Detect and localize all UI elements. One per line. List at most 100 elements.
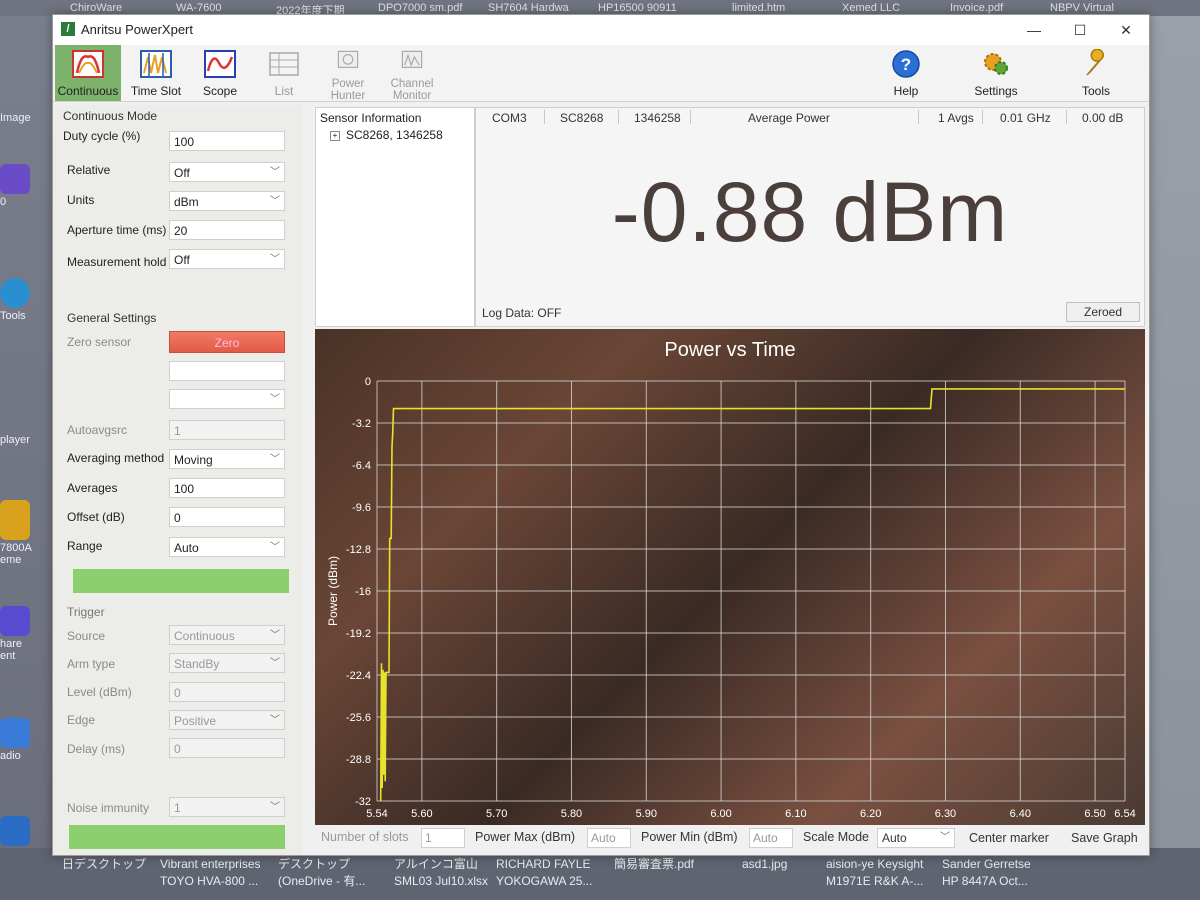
settings-label: Settings xyxy=(974,84,1018,98)
level-label: Level (dBm) xyxy=(67,685,132,699)
desktop-icon-label: Image xyxy=(0,112,31,124)
general-settings-title: General Settings xyxy=(67,311,157,325)
autoavgsrc-input[interactable]: 1 xyxy=(169,420,285,440)
offset-input[interactable]: 0 xyxy=(169,507,285,527)
power-min-input[interactable]: Auto xyxy=(749,828,793,848)
desktop-file[interactable]: asd1.jpg xyxy=(742,856,787,873)
desktop-file-label[interactable]: Invoice.pdf xyxy=(950,2,1003,14)
desktop-icon-label: eme xyxy=(0,554,22,566)
chevron-down-icon: ﹀ xyxy=(270,394,280,405)
trigger-status-bar xyxy=(69,825,285,849)
settings-button[interactable]: Settings xyxy=(963,45,1029,101)
tools-button[interactable]: Tools xyxy=(1063,45,1129,101)
desktop-icon[interactable]: 7800A eme xyxy=(0,500,38,566)
desktop-file[interactable]: Vibrant enterprises TOYO HVA-800 ... xyxy=(160,856,261,890)
desktop-icon-label: ent xyxy=(0,650,16,662)
sensor-tree-node[interactable]: + SC8268, 1346258 xyxy=(330,128,443,142)
desktop-icon[interactable]: adio xyxy=(0,718,38,762)
power-max-input[interactable]: Auto xyxy=(587,828,631,848)
x-tick-label: 6.10 xyxy=(785,808,806,820)
status-bar xyxy=(73,569,289,593)
title-bar[interactable]: / Anritsu PowerXpert — ☐ ✕ xyxy=(53,15,1149,45)
desktop-file-label[interactable]: SH7604 Hardwa xyxy=(488,2,569,14)
edge-select[interactable]: Positive ﹀ xyxy=(169,710,285,730)
desktop-file-label[interactable]: NBPV Virtual xyxy=(1050,2,1114,14)
desktop-file-label[interactable]: Xemed LLC xyxy=(842,2,900,14)
time-slot-button[interactable]: Time Slot xyxy=(123,45,189,101)
scope-icon xyxy=(204,50,236,78)
desktop-file[interactable]: 簡易審査票.pdf xyxy=(614,856,694,873)
continuous-button[interactable]: Continuous xyxy=(55,45,121,101)
help-button[interactable]: ? Help xyxy=(873,45,939,101)
averaging-method-label: Averaging method xyxy=(67,451,165,465)
level-input[interactable]: 0 xyxy=(169,682,285,702)
list-icon xyxy=(269,52,299,76)
desktop-file-label[interactable]: limited.htm xyxy=(732,2,785,14)
measurement-hold-select[interactable]: Off ﹀ xyxy=(169,249,285,269)
minimize-button[interactable]: — xyxy=(1011,15,1057,45)
source-select[interactable]: Continuous ﹀ xyxy=(169,625,285,645)
noise-immunity-select[interactable]: 1 ﹀ xyxy=(169,797,285,817)
units-value: dBm xyxy=(174,195,199,209)
app-icon xyxy=(0,718,30,748)
range-select[interactable]: Auto ﹀ xyxy=(169,537,285,557)
slots-input[interactable]: 1 xyxy=(421,828,465,848)
desktop-icon-label: hare xyxy=(0,638,23,650)
power-hunter-icon xyxy=(337,50,359,68)
desktop-file[interactable]: アルインコ富山 SML03 Jul10.xlsx xyxy=(394,856,488,890)
chevron-down-icon: ﹀ xyxy=(270,542,280,553)
offset-label: Offset (dB) xyxy=(67,510,125,524)
blank-input[interactable] xyxy=(169,361,285,381)
scale-mode-select[interactable]: Auto ﹀ xyxy=(877,828,955,848)
desktop-file[interactable]: Sander Gerretse HP 8447A Oct... xyxy=(942,856,1031,890)
desktop-file-name: デスクトップ xyxy=(278,857,351,871)
desktop-file[interactable]: aision-ye Keysight M1971E R&K A-... xyxy=(826,856,923,890)
center-marker-button[interactable]: Center marker xyxy=(969,828,1049,848)
sensor-info-panel: Sensor Information + SC8268, 1346258 xyxy=(315,107,475,327)
x-tick-label: 5.70 xyxy=(486,808,507,820)
averages-input[interactable]: 100 xyxy=(169,478,285,498)
scope-button[interactable]: Scope xyxy=(187,45,253,101)
desktop-file[interactable]: デスクトップ (OneDrive - 有... xyxy=(278,856,365,890)
relative-select[interactable]: Off ﹀ xyxy=(169,162,285,182)
chart-svg: 5.54 5.60 5.70 5.80 5.90 6.00 6.10 6.20 6.30 6.40… xyxy=(326,376,1136,820)
desktop-file-name: HP 8447A Oct... xyxy=(942,874,1028,888)
desktop-file[interactable]: RICHARD FAYLE YOKOGAWA 25... xyxy=(496,856,592,890)
maximize-button[interactable]: ☐ xyxy=(1057,15,1103,45)
desktop-file-label[interactable]: ChiroWare xyxy=(70,2,122,14)
arm-type-select[interactable]: StandBy ﹀ xyxy=(169,653,285,673)
duty-cycle-label: Duty cycle (%) xyxy=(63,129,141,143)
y-tick-label: -9.6 xyxy=(352,502,371,514)
desktop-icon[interactable]: 0 xyxy=(0,164,38,208)
channel-monitor-button[interactable]: Channel Monitor xyxy=(379,45,445,102)
desktop-icon[interactable]: player xyxy=(0,434,38,446)
desktop-file-label[interactable]: DPO7000 sm.pdf xyxy=(378,2,462,14)
close-button[interactable]: ✕ xyxy=(1103,15,1149,45)
duty-cycle-input[interactable]: 100 xyxy=(169,131,285,151)
desktop-file-label[interactable]: WA-7600 xyxy=(176,2,221,14)
desktop-file[interactable]: 日デスクトップ xyxy=(62,856,146,873)
averaging-method-select[interactable]: Moving ﹀ xyxy=(169,449,285,469)
blank-select[interactable]: ﹀ xyxy=(169,389,285,409)
units-select[interactable]: dBm ﹀ xyxy=(169,191,285,211)
power-hunter-label-2: Hunter xyxy=(330,90,366,102)
anritsu-logo-icon: / xyxy=(61,22,75,36)
autoavgsrc-label: Autoavgsrc xyxy=(67,423,128,437)
power-hunter-button[interactable]: Power Hunter xyxy=(315,45,381,102)
expand-icon[interactable]: + xyxy=(330,131,340,141)
x-tick-label: 5.54 xyxy=(366,808,387,820)
desktop-file-label[interactable]: HP16500 90911 xyxy=(598,2,677,14)
aperture-time-input[interactable]: 20 xyxy=(169,220,285,240)
desktop-icon[interactable]: Tools xyxy=(0,278,38,322)
trigger-title: Trigger xyxy=(67,605,105,619)
list-button[interactable]: List xyxy=(251,45,317,101)
time-slot-label: Time Slot xyxy=(130,84,182,98)
desktop-icon[interactable]: hare ent xyxy=(0,606,38,662)
save-graph-button[interactable]: Save Graph xyxy=(1071,828,1138,848)
zero-button[interactable]: Zero xyxy=(169,331,285,353)
desktop-right-edge xyxy=(1148,16,1200,900)
desktop-icon[interactable]: Image xyxy=(0,112,38,124)
x-tick-label: 5.90 xyxy=(636,808,657,820)
averages-count: 1 Avgs xyxy=(938,111,974,125)
delay-input[interactable]: 0 xyxy=(169,738,285,758)
